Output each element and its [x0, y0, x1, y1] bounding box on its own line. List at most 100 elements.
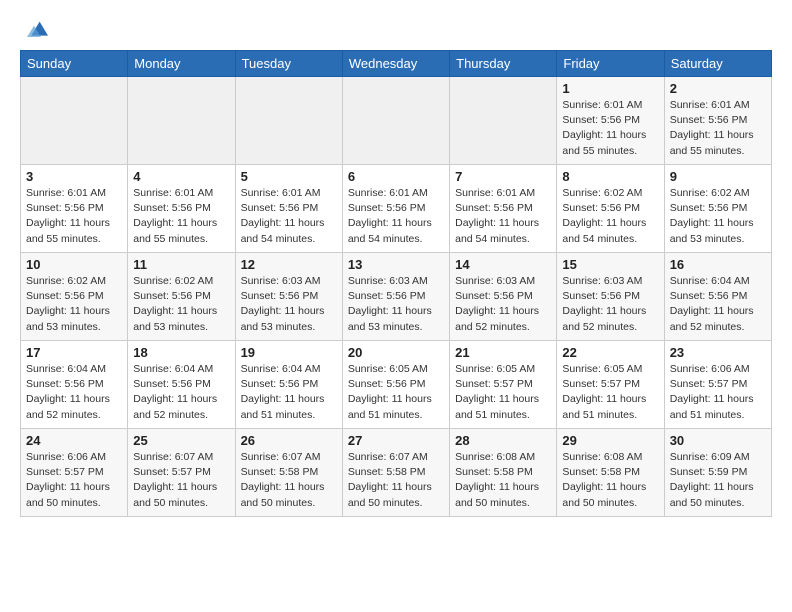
week-row-2: 3 Sunrise: 6:01 AM Sunset: 5:56 PM Daylig…	[21, 165, 772, 253]
day-info: Sunrise: 6:01 AM Sunset: 5:56 PM Dayligh…	[670, 98, 766, 159]
week-row-3: 10Sunrise: 6:02 AM Sunset: 5:56 PM Dayli…	[21, 253, 772, 341]
day-number: 17	[26, 345, 122, 360]
day-number: 20	[348, 345, 444, 360]
day-cell: 14 Sunrise: 6:03 AM Sunset: 5:56 PM Dayli…	[450, 253, 557, 341]
day-info: Sunrise: 6:02 AM Sunset: 5:56 PM Dayligh…	[670, 186, 766, 247]
day-info: Sunrise: 6:02 AM Sunset: 5:56 PM Dayligh…	[562, 186, 658, 247]
day-info: Sunrise: 6:03 AM Sunset: 5:56 PM Dayligh…	[562, 274, 658, 335]
day-number: 24	[26, 433, 122, 448]
day-number: 11	[133, 257, 229, 272]
day-number: 23	[670, 345, 766, 360]
day-cell: 20 Sunrise: 6:05 AM Sunset: 5:56 PM Dayli…	[342, 341, 449, 429]
day-number: 16	[670, 257, 766, 272]
day-number: 29	[562, 433, 658, 448]
day-cell: 30Sunrise: 6:09 AM Sunset: 5:59 PM Dayli…	[664, 429, 771, 517]
day-cell: 28 Sunrise: 6:08 AM Sunset: 5:58 PM Dayli…	[450, 429, 557, 517]
calendar: SundayMondayTuesdayWednesdayThursdayFrid…	[20, 50, 772, 517]
day-cell: 21 Sunrise: 6:05 AM Sunset: 5:57 PM Dayli…	[450, 341, 557, 429]
day-info: Sunrise: 6:07 AM Sunset: 5:57 PM Dayligh…	[133, 450, 229, 511]
day-info: Sunrise: 6:08 AM Sunset: 5:58 PM Dayligh…	[562, 450, 658, 511]
day-number: 1	[562, 81, 658, 96]
day-number: 14	[455, 257, 551, 272]
weekday-header-friday: Friday	[557, 51, 664, 77]
day-cell	[128, 77, 235, 165]
day-number: 28	[455, 433, 551, 448]
day-cell: 4 Sunrise: 6:01 AM Sunset: 5:56 PM Daylig…	[128, 165, 235, 253]
day-cell: 22 Sunrise: 6:05 AM Sunset: 5:57 PM Dayli…	[557, 341, 664, 429]
day-number: 4	[133, 169, 229, 184]
day-number: 2	[670, 81, 766, 96]
day-cell: 19Sunrise: 6:04 AM Sunset: 5:56 PM Dayli…	[235, 341, 342, 429]
weekday-header-thursday: Thursday	[450, 51, 557, 77]
day-cell: 10Sunrise: 6:02 AM Sunset: 5:56 PM Dayli…	[21, 253, 128, 341]
day-number: 7	[455, 169, 551, 184]
day-info: Sunrise: 6:04 AM Sunset: 5:56 PM Dayligh…	[241, 362, 337, 423]
weekday-row: SundayMondayTuesdayWednesdayThursdayFrid…	[21, 51, 772, 77]
header	[20, 16, 772, 44]
day-info: Sunrise: 6:04 AM Sunset: 5:56 PM Dayligh…	[26, 362, 122, 423]
day-cell	[21, 77, 128, 165]
day-info: Sunrise: 6:03 AM Sunset: 5:56 PM Dayligh…	[241, 274, 337, 335]
day-cell: 6 Sunrise: 6:01 AM Sunset: 5:56 PM Daylig…	[342, 165, 449, 253]
day-cell: 2 Sunrise: 6:01 AM Sunset: 5:56 PM Daylig…	[664, 77, 771, 165]
page: SundayMondayTuesdayWednesdayThursdayFrid…	[0, 0, 792, 612]
day-cell: 11 Sunrise: 6:02 AM Sunset: 5:56 PM Dayli…	[128, 253, 235, 341]
week-row-4: 17 Sunrise: 6:04 AM Sunset: 5:56 PM Dayli…	[21, 341, 772, 429]
day-cell: 24 Sunrise: 6:06 AM Sunset: 5:57 PM Dayli…	[21, 429, 128, 517]
day-info: Sunrise: 6:01 AM Sunset: 5:56 PM Dayligh…	[133, 186, 229, 247]
calendar-body: 1 Sunrise: 6:01 AM Sunset: 5:56 PM Daylig…	[21, 77, 772, 517]
day-cell: 25 Sunrise: 6:07 AM Sunset: 5:57 PM Dayli…	[128, 429, 235, 517]
weekday-header-monday: Monday	[128, 51, 235, 77]
day-number: 12	[241, 257, 337, 272]
day-number: 3	[26, 169, 122, 184]
day-cell: 26 Sunrise: 6:07 AM Sunset: 5:58 PM Dayli…	[235, 429, 342, 517]
day-cell: 29 Sunrise: 6:08 AM Sunset: 5:58 PM Dayli…	[557, 429, 664, 517]
day-number: 13	[348, 257, 444, 272]
day-cell	[235, 77, 342, 165]
day-info: Sunrise: 6:01 AM Sunset: 5:56 PM Dayligh…	[241, 186, 337, 247]
day-cell: 23 Sunrise: 6:06 AM Sunset: 5:57 PM Dayli…	[664, 341, 771, 429]
day-number: 22	[562, 345, 658, 360]
weekday-header-wednesday: Wednesday	[342, 51, 449, 77]
day-info: Sunrise: 6:08 AM Sunset: 5:58 PM Dayligh…	[455, 450, 551, 511]
day-info: Sunrise: 6:05 AM Sunset: 5:57 PM Dayligh…	[562, 362, 658, 423]
day-info: Sunrise: 6:01 AM Sunset: 5:56 PM Dayligh…	[348, 186, 444, 247]
day-number: 8	[562, 169, 658, 184]
day-number: 6	[348, 169, 444, 184]
day-number: 26	[241, 433, 337, 448]
day-info: Sunrise: 6:01 AM Sunset: 5:56 PM Dayligh…	[26, 186, 122, 247]
day-cell: 9 Sunrise: 6:02 AM Sunset: 5:56 PM Daylig…	[664, 165, 771, 253]
day-number: 21	[455, 345, 551, 360]
day-cell: 1Sunrise: 6:01 AM Sunset: 5:56 PM Daylig…	[557, 77, 664, 165]
day-info: Sunrise: 6:04 AM Sunset: 5:56 PM Dayligh…	[133, 362, 229, 423]
day-cell: 17 Sunrise: 6:04 AM Sunset: 5:56 PM Dayli…	[21, 341, 128, 429]
day-cell	[342, 77, 449, 165]
day-info: Sunrise: 6:03 AM Sunset: 5:56 PM Dayligh…	[455, 274, 551, 335]
day-cell	[450, 77, 557, 165]
day-info: Sunrise: 6:01 AM Sunset: 5:56 PM Dayligh…	[455, 186, 551, 247]
day-cell: 12 Sunrise: 6:03 AM Sunset: 5:56 PM Dayli…	[235, 253, 342, 341]
weekday-header-saturday: Saturday	[664, 51, 771, 77]
day-cell: 3 Sunrise: 6:01 AM Sunset: 5:56 PM Daylig…	[21, 165, 128, 253]
day-cell: 8 Sunrise: 6:02 AM Sunset: 5:56 PM Daylig…	[557, 165, 664, 253]
day-info: Sunrise: 6:06 AM Sunset: 5:57 PM Dayligh…	[670, 362, 766, 423]
day-number: 5	[241, 169, 337, 184]
logo-icon	[20, 16, 48, 44]
day-info: Sunrise: 6:05 AM Sunset: 5:57 PM Dayligh…	[455, 362, 551, 423]
day-info: Sunrise: 6:02 AM Sunset: 5:56 PM Dayligh…	[133, 274, 229, 335]
day-info: Sunrise: 6:06 AM Sunset: 5:57 PM Dayligh…	[26, 450, 122, 511]
day-info: Sunrise: 6:03 AM Sunset: 5:56 PM Dayligh…	[348, 274, 444, 335]
day-info: Sunrise: 6:09 AM Sunset: 5:59 PM Dayligh…	[670, 450, 766, 511]
day-cell: 13 Sunrise: 6:03 AM Sunset: 5:56 PM Dayli…	[342, 253, 449, 341]
day-cell: 5 Sunrise: 6:01 AM Sunset: 5:56 PM Daylig…	[235, 165, 342, 253]
day-info: Sunrise: 6:05 AM Sunset: 5:56 PM Dayligh…	[348, 362, 444, 423]
day-info: Sunrise: 6:02 AM Sunset: 5:56 PM Dayligh…	[26, 274, 122, 335]
day-info: Sunrise: 6:07 AM Sunset: 5:58 PM Dayligh…	[241, 450, 337, 511]
day-number: 9	[670, 169, 766, 184]
day-cell: 16Sunrise: 6:04 AM Sunset: 5:56 PM Dayli…	[664, 253, 771, 341]
day-cell: 7 Sunrise: 6:01 AM Sunset: 5:56 PM Daylig…	[450, 165, 557, 253]
day-number: 18	[133, 345, 229, 360]
day-number: 25	[133, 433, 229, 448]
day-cell: 18 Sunrise: 6:04 AM Sunset: 5:56 PM Dayli…	[128, 341, 235, 429]
day-number: 27	[348, 433, 444, 448]
